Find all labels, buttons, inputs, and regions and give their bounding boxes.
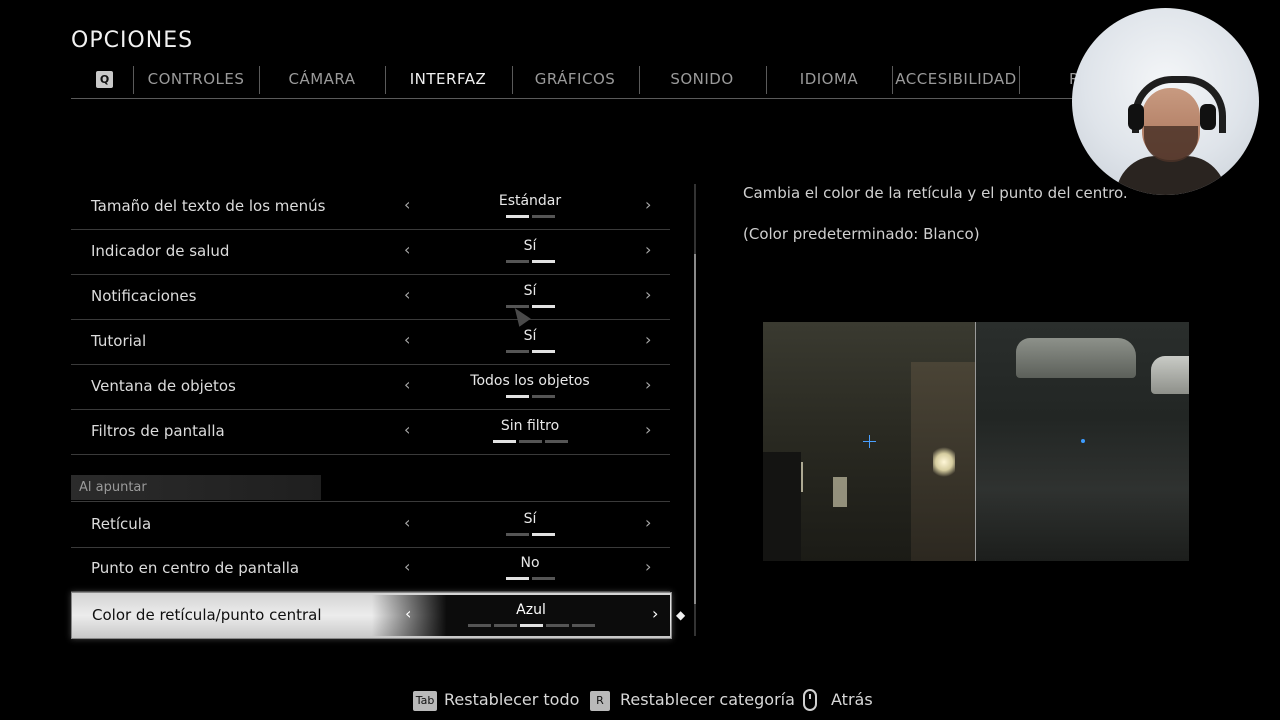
arrow-right-icon[interactable]: › <box>645 195 651 214</box>
setting-label: Ventana de objetos <box>91 377 236 395</box>
tab-controles[interactable]: CONTROLES <box>133 70 259 88</box>
option-indicator <box>430 440 630 443</box>
setting-label: Notificaciones <box>91 287 197 305</box>
setting-health-indicator[interactable]: Indicador de salud ‹ Sí › <box>71 229 670 275</box>
key-hint-q: Q <box>96 71 113 88</box>
arrow-left-icon[interactable]: ‹ <box>404 285 410 304</box>
option-indicator <box>430 350 630 353</box>
arrow-left-icon[interactable]: ‹ <box>404 330 410 349</box>
description-text: Cambia el color de la retícula y el punt… <box>743 184 1128 202</box>
tab-idioma[interactable]: IDIOMA <box>766 70 892 88</box>
setting-value: Sí <box>523 238 537 254</box>
tab-key-icon: Tab <box>413 691 437 711</box>
tab-accesibilidad[interactable]: ACCESIBILIDAD <box>892 70 1020 88</box>
arrow-right-icon[interactable]: › <box>652 604 658 623</box>
arrow-left-icon[interactable]: ‹ <box>404 375 410 394</box>
back-button[interactable]: Atrás <box>831 690 873 709</box>
setting-notifications[interactable]: Notificaciones ‹ Sí › <box>71 274 670 320</box>
arrow-left-icon[interactable]: ‹ <box>405 604 411 623</box>
setting-label: Indicador de salud <box>91 242 230 260</box>
setting-label: Tamaño del texto de los menús <box>91 197 326 215</box>
reticle-preview-image <box>763 322 1189 561</box>
setting-label: Color de retícula/punto central <box>92 606 322 624</box>
arrow-right-icon[interactable]: › <box>645 375 651 394</box>
setting-label: Retícula <box>91 515 152 533</box>
arrow-left-icon[interactable]: ‹ <box>404 420 410 439</box>
r-key-icon: R <box>590 691 610 711</box>
arrow-right-icon[interactable]: › <box>645 285 651 304</box>
page-title: OPCIONES <box>71 28 194 53</box>
selection-diamond-icon: ◆ <box>676 608 686 622</box>
webcam-overlay <box>1072 8 1259 195</box>
preview-indoor-scene <box>763 322 975 561</box>
setting-menu-text-size[interactable]: Tamaño del texto de los menús ‹ Estándar… <box>71 184 670 230</box>
setting-label: Tutorial <box>91 332 147 350</box>
option-indicator <box>430 577 630 580</box>
setting-tutorial[interactable]: Tutorial ‹ Sí › <box>71 319 670 365</box>
setting-screen-filters[interactable]: Filtros de pantalla ‹ Sin filtro › <box>71 409 670 455</box>
setting-label: Filtros de pantalla <box>91 422 225 440</box>
mouse-right-click-icon <box>803 689 817 711</box>
arrow-left-icon[interactable]: ‹ <box>404 513 410 532</box>
section-title: Al apuntar <box>79 480 147 495</box>
description-default: (Color predeterminado: Blanco) <box>743 225 980 243</box>
reset-all-button[interactable]: Restablecer todo <box>444 690 579 709</box>
arrow-right-icon[interactable]: › <box>645 330 651 349</box>
tab-divider <box>1019 66 1020 94</box>
arrow-right-icon[interactable]: › <box>645 513 651 532</box>
setting-value: Sí <box>523 283 537 299</box>
tab-sonido[interactable]: SONIDO <box>639 70 765 88</box>
reset-category-button[interactable]: Restablecer categoría <box>620 690 795 709</box>
setting-value: Azul <box>516 602 546 618</box>
setting-value: Estándar <box>498 193 562 209</box>
setting-item-window[interactable]: Ventana de objetos ‹ Todos los objetos › <box>71 364 670 410</box>
setting-label: Punto en centro de pantalla <box>91 559 300 577</box>
arrow-left-icon[interactable]: ‹ <box>404 195 410 214</box>
setting-value: Sí <box>523 328 537 344</box>
setting-value: Sí <box>523 511 537 527</box>
option-indicator <box>430 305 630 308</box>
center-dot-icon <box>1081 439 1085 443</box>
option-indicator <box>430 395 630 398</box>
setting-center-dot[interactable]: Punto en centro de pantalla ‹ No › <box>71 546 670 592</box>
setting-value: No <box>520 555 540 571</box>
setting-reticle-color[interactable]: Color de retícula/punto central ‹ Azul › <box>71 592 672 639</box>
option-indicator <box>430 533 630 536</box>
option-indicator <box>431 624 631 627</box>
scrollbar-thumb[interactable] <box>694 254 696 604</box>
footer-hints: Tab Restablecer todo R Restablecer categ… <box>0 688 1280 714</box>
setting-value: Todos los objetos <box>470 373 590 389</box>
arrow-right-icon[interactable]: › <box>645 420 651 439</box>
reticle-crosshair-icon <box>863 435 876 448</box>
option-indicator <box>430 215 630 218</box>
arrow-left-icon[interactable]: ‹ <box>404 557 410 576</box>
tab-interfaz[interactable]: INTERFAZ <box>385 70 511 88</box>
tab-camara[interactable]: CÁMARA <box>259 70 385 88</box>
setting-reticle[interactable]: Retícula ‹ Sí › <box>71 501 670 548</box>
tab-bar: Q CONTROLES CÁMARA INTERFAZ GRÁFICOS SON… <box>71 66 1201 99</box>
section-header-aiming: Al apuntar <box>71 475 670 500</box>
preview-divider <box>975 322 976 561</box>
arrow-right-icon[interactable]: › <box>645 557 651 576</box>
arrow-right-icon[interactable]: › <box>645 240 651 259</box>
arrow-left-icon[interactable]: ‹ <box>404 240 410 259</box>
option-indicator <box>430 260 630 263</box>
tab-graficos[interactable]: GRÁFICOS <box>512 70 638 88</box>
setting-value: Sin filtro <box>500 418 560 434</box>
